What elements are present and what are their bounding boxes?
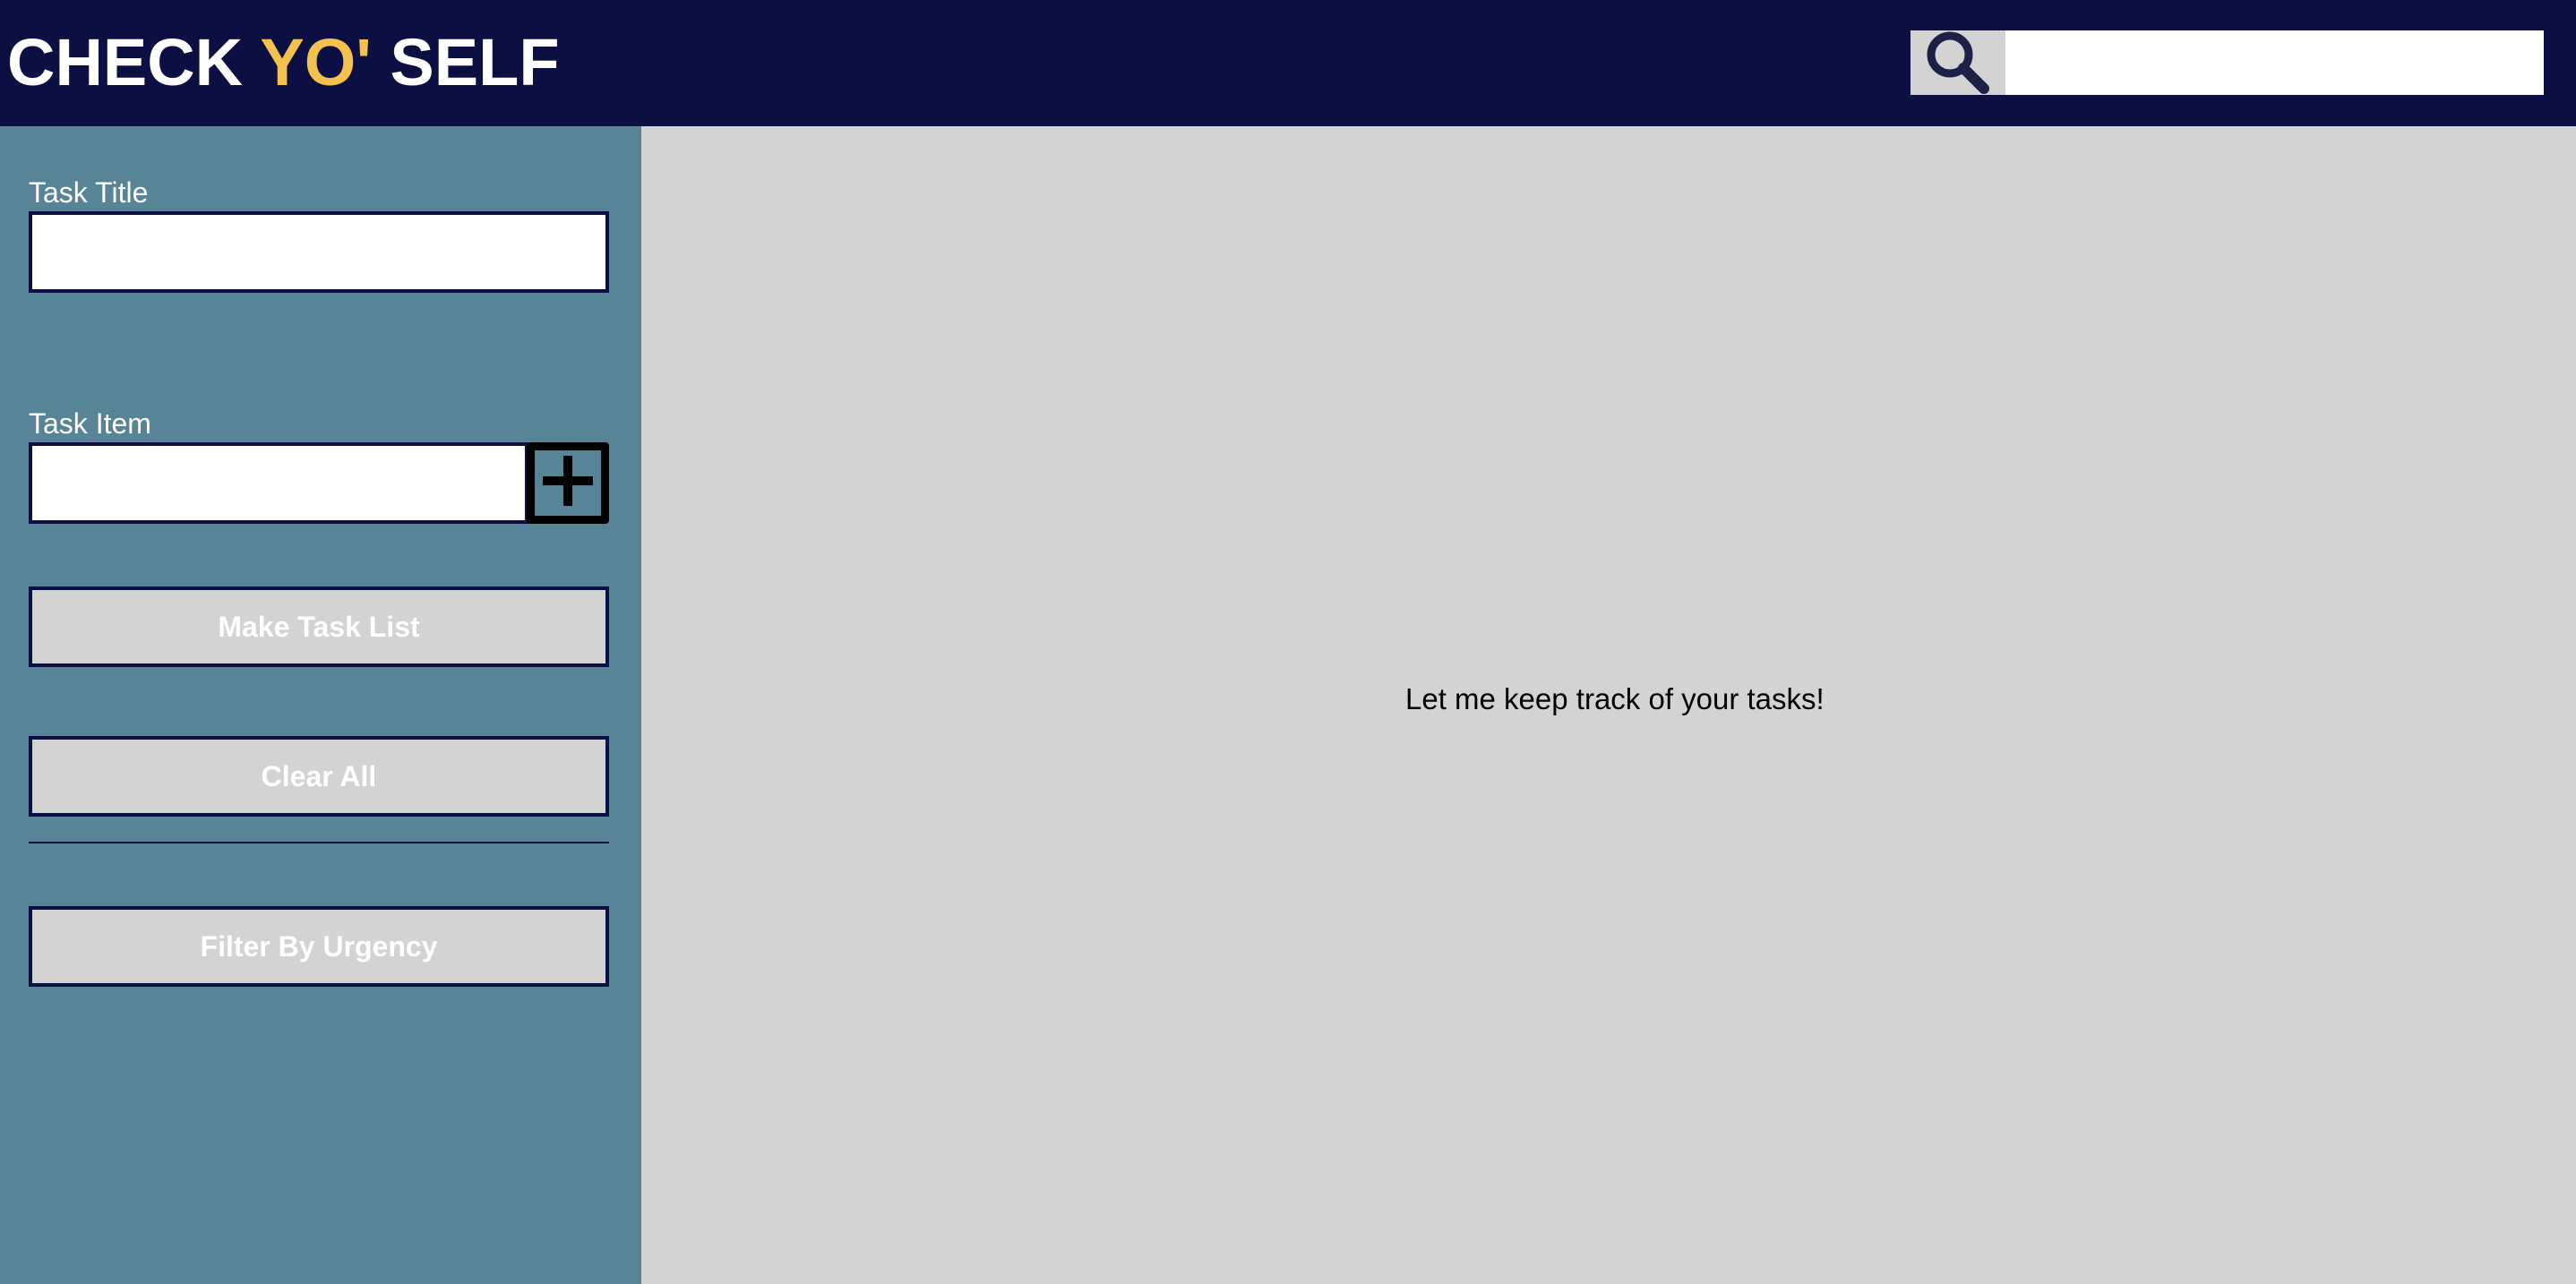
brand-text-1: CHECK — [7, 25, 261, 99]
app-logo: CHECK YO' SELF — [7, 25, 560, 100]
search-icon — [1921, 27, 1995, 99]
search-button[interactable] — [1911, 30, 2005, 95]
search-bar — [1908, 28, 2546, 98]
search-input[interactable] — [2005, 30, 2544, 95]
filter-by-urgency-button[interactable]: Filter By Urgency — [29, 906, 609, 987]
sidebar: Task Title Task Item Make Task List Clea… — [0, 126, 641, 1284]
app-header: CHECK YO' SELF — [0, 0, 2576, 126]
task-board: Let me keep track of your tasks! — [641, 126, 2576, 1284]
task-title-label: Task Title — [29, 176, 149, 209]
sidebar-divider — [29, 842, 609, 843]
make-task-list-button[interactable]: Make Task List — [29, 586, 609, 667]
brand-text-accent: YO' — [260, 25, 372, 99]
clear-all-button[interactable]: Clear All — [29, 736, 609, 817]
brand-text-2: SELF — [371, 25, 560, 99]
task-item-label: Task Item — [29, 407, 151, 440]
empty-state-message: Let me keep track of your tasks! — [1405, 682, 1825, 715]
add-task-item-button[interactable] — [527, 442, 609, 524]
task-item-input[interactable] — [29, 442, 528, 524]
task-title-input[interactable] — [29, 211, 609, 293]
plus-icon — [539, 452, 597, 514]
